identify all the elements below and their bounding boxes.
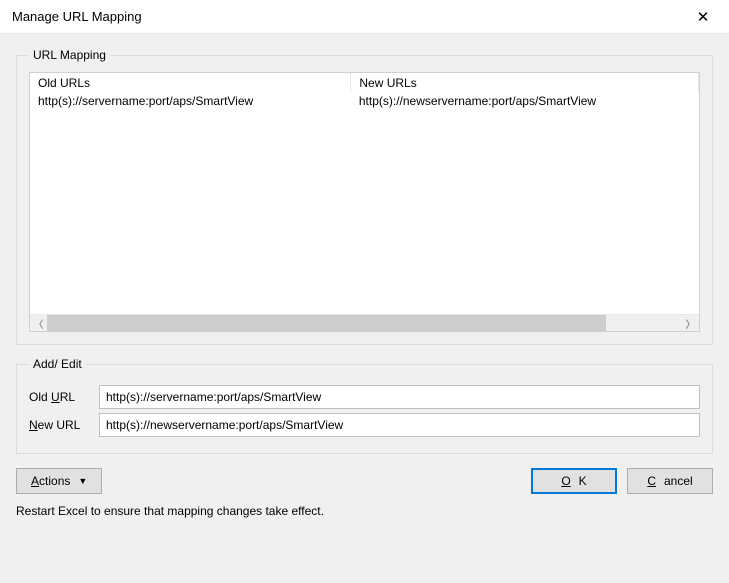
ok-button[interactable]: OK (531, 468, 617, 494)
scroll-right-arrow-icon[interactable]: 〉 (682, 315, 699, 331)
url-mapping-listview[interactable]: Old URLs New URLs http(s)://servername:p… (29, 72, 700, 332)
group-add-edit: Add/ Edit Old URL New URL (16, 357, 713, 454)
listview-header-row: Old URLs New URLs (30, 73, 699, 92)
listview-table: Old URLs New URLs http(s)://servername:p… (30, 73, 699, 110)
right-buttons: OK Cancel (531, 468, 713, 494)
col-header-new-urls[interactable]: New URLs (351, 73, 699, 92)
actions-button[interactable]: Actions ▼ (16, 468, 102, 494)
cell-new-url: http(s)://newservername:port/aps/SmartVi… (351, 92, 699, 110)
col-header-old-urls[interactable]: Old URLs (30, 73, 351, 92)
close-button[interactable]: ✕ (681, 2, 725, 32)
old-url-input[interactable] (99, 385, 700, 409)
scroll-track[interactable] (47, 315, 682, 331)
cell-old-url: http(s)://servername:port/aps/SmartView (30, 92, 351, 110)
new-url-input[interactable] (99, 413, 700, 437)
close-icon: ✕ (697, 8, 710, 26)
group-url-mapping: URL Mapping Old URLs New URLs http(s)://… (16, 48, 713, 345)
group-add-edit-legend: Add/ Edit (29, 357, 86, 371)
listview-horizontal-scrollbar[interactable]: 〈 〉 (30, 314, 699, 331)
row-old-url: Old URL (29, 385, 700, 409)
listview-body[interactable]: Old URLs New URLs http(s)://servername:p… (30, 73, 699, 314)
scroll-thumb[interactable] (47, 315, 606, 331)
chevron-down-icon: ▼ (78, 476, 87, 486)
scroll-left-arrow-icon[interactable]: 〈 (30, 315, 47, 331)
row-new-url: New URL (29, 413, 700, 437)
label-old-url: Old URL (29, 390, 93, 404)
table-row[interactable]: http(s)://servername:port/aps/SmartView … (30, 92, 699, 110)
title-bar: Manage URL Mapping ✕ (0, 0, 729, 34)
dialog-client-area: URL Mapping Old URLs New URLs http(s)://… (0, 34, 729, 583)
group-url-mapping-legend: URL Mapping (29, 48, 110, 62)
footnote-text: Restart Excel to ensure that mapping cha… (16, 494, 713, 518)
window-title: Manage URL Mapping (12, 9, 142, 24)
cancel-button[interactable]: Cancel (627, 468, 713, 494)
button-row: Actions ▼ OK Cancel (16, 468, 713, 494)
label-new-url: New URL (29, 418, 93, 432)
